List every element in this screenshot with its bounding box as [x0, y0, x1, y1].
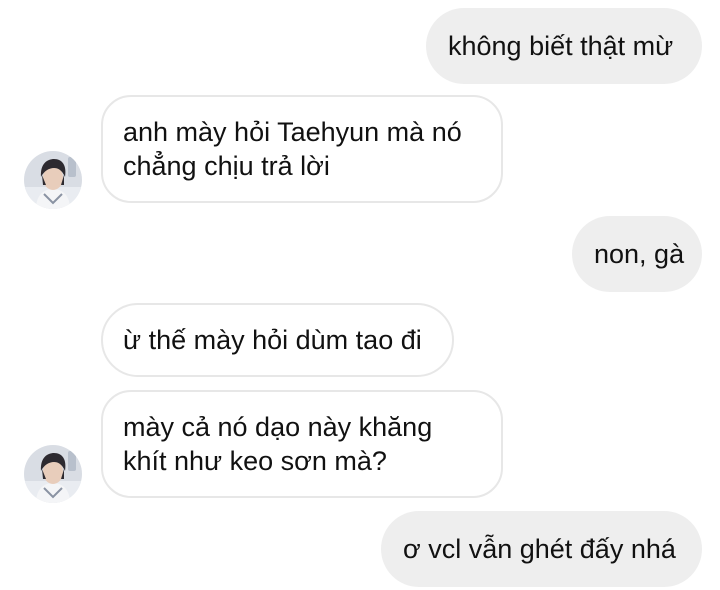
contact-avatar-icon[interactable]: [24, 151, 82, 209]
message-bubble-incoming[interactable]: anh mày hỏi Taehyun mà nó chẳng chịu trả…: [101, 95, 503, 203]
chat-thread: không biết thật mừ anh mày hỏi Taehyun m…: [0, 0, 720, 590]
message-text: ừ thế mày hỏi dùm tao đi: [123, 325, 422, 355]
message-text-line: chẳng chịu trả lời: [123, 151, 330, 181]
message-text-line: mày cả nó dạo này khăng: [123, 412, 433, 442]
message-text-line: anh mày hỏi Taehyun mà nó: [123, 117, 462, 147]
message-bubble-incoming[interactable]: mày cả nó dạo này khăng khít như keo sơn…: [101, 390, 503, 498]
message-bubble-outgoing[interactable]: non, gà: [572, 216, 702, 292]
avatar-photo-icon: [24, 151, 82, 209]
message-bubble-outgoing[interactable]: không biết thật mừ: [426, 8, 702, 84]
message-text: ơ vcl vẫn ghét đấy nhá: [403, 534, 676, 564]
message-text-line: khít như keo sơn mà?: [123, 446, 387, 476]
avatar-photo-icon: [24, 445, 82, 503]
message-bubble-incoming[interactable]: ừ thế mày hỏi dùm tao đi: [101, 303, 454, 377]
message-bubble-outgoing[interactable]: ơ vcl vẫn ghét đấy nhá: [381, 511, 702, 587]
contact-avatar-icon[interactable]: [24, 445, 82, 503]
message-text: non, gà: [594, 239, 685, 269]
message-text: không biết thật mừ: [448, 31, 674, 61]
